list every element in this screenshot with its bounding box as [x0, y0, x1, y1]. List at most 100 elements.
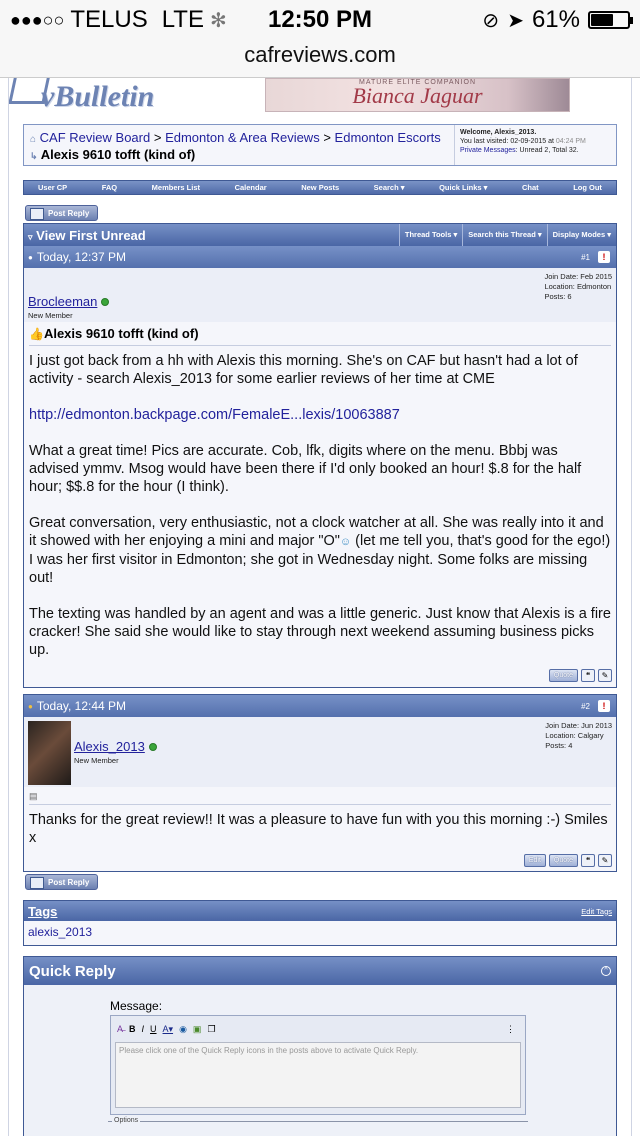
- welcome-text: Welcome, Alexis_2013.: [460, 129, 537, 136]
- private-messages-link[interactable]: Private Messages: [460, 147, 516, 154]
- online-status-icon: [101, 297, 110, 306]
- status-bar: ●●●○○ TELUS LTE ✻ 12:50 PM ⊘ ➤ 61%: [0, 0, 640, 40]
- navbar: ⌂ CAF Review Board > Edmonton & Area Rev…: [23, 124, 617, 166]
- multi-quote-icon[interactable]: ❝: [581, 669, 595, 682]
- post-userinfo: Brocleeman New Member Join Date: Feb 201…: [24, 268, 616, 322]
- multi-quote-icon[interactable]: ❝: [581, 854, 595, 867]
- report-post-icon[interactable]: !: [598, 251, 610, 263]
- italic-icon[interactable]: I: [142, 1024, 145, 1034]
- post-reply-button[interactable]: Post Reply: [25, 874, 99, 890]
- tag-link[interactable]: alexis_2013: [28, 925, 92, 939]
- collapse-icon[interactable]: ^: [601, 966, 611, 976]
- thumbs-up-icon: 👍: [29, 327, 44, 341]
- quick-reply-box: Quick Reply ^ Message: A̶ B I U A▾ ◉ ▣ ❐…: [23, 956, 617, 1136]
- view-first-unread-link[interactable]: View First Unread: [36, 228, 146, 243]
- post-number-link[interactable]: #1: [581, 253, 590, 262]
- image-icon[interactable]: ▣: [193, 1024, 202, 1035]
- quote-button[interactable]: Quote: [548, 669, 578, 682]
- post-userinfo: Alexis_2013 New Member Join Date: Jun 20…: [24, 717, 616, 787]
- font-color-icon[interactable]: A▾: [163, 1024, 174, 1035]
- carrier-name: TELUS: [70, 6, 148, 33]
- url-bar[interactable]: cafreviews.com: [0, 40, 640, 78]
- post-reply-button[interactable]: Post Reply: [25, 205, 99, 221]
- post-date: Today, 12:44 PM: [36, 699, 127, 713]
- quick-reply-header: Quick Reply ^: [24, 957, 616, 985]
- display-modes-menu[interactable]: Display Modes ▾: [546, 224, 616, 246]
- post-message: I just got back from a hh with Alexis th…: [29, 352, 611, 659]
- edit-tags-link[interactable]: Edit Tags: [581, 907, 612, 916]
- thread-header: ▿ View First Unread Thread Tools ▾ Searc…: [24, 224, 616, 246]
- post-title: Alexis 9610 tofft (kind of): [43, 326, 199, 341]
- options-fieldset: Options: [108, 1117, 528, 1129]
- forum-page: vBulletin MATURE ELITE COMPANION Bianca …: [8, 78, 632, 1136]
- breadcrumb-item-escorts[interactable]: Edmonton Escorts: [335, 130, 441, 145]
- quote-icon[interactable]: ❐: [207, 1024, 215, 1035]
- post-document-icon: ▤: [29, 791, 611, 805]
- ad-banner[interactable]: MATURE ELITE COMPANION Bianca Jaguar: [265, 78, 570, 112]
- tags-list: alexis_2013: [24, 921, 616, 945]
- smiley-icon: ☺: [339, 536, 352, 548]
- remove-format-icon[interactable]: A̶: [117, 1024, 123, 1034]
- bold-icon[interactable]: B: [129, 1024, 136, 1034]
- tags-header: Tags Edit Tags: [24, 901, 616, 921]
- welcome-box: Welcome, Alexis_2013. You last visited: …: [454, 125, 616, 165]
- post-body: ▤ Thanks for the great review!! It was a…: [24, 787, 616, 851]
- user-post-count: Posts: 6: [544, 292, 572, 301]
- online-status-icon: [148, 742, 157, 751]
- user-location: Location: Calgary: [545, 731, 604, 740]
- menu-calendar[interactable]: Calendar: [235, 183, 267, 192]
- quick-reply-icon[interactable]: ✎: [598, 854, 612, 867]
- breadcrumb-item-board[interactable]: CAF Review Board: [40, 130, 151, 145]
- menu-new-posts[interactable]: New Posts: [301, 183, 339, 192]
- message-textarea[interactable]: Please click one of the Quick Reply icon…: [115, 1042, 521, 1108]
- post-1: ● Today, 12:37 PM #1 ! Brocleeman New Me…: [24, 246, 616, 687]
- location-arrow-icon: ➤: [507, 9, 524, 32]
- options-label: Options: [112, 1117, 141, 1124]
- report-post-icon[interactable]: !: [598, 700, 610, 712]
- battery-percent: 61%: [531, 6, 580, 33]
- quick-reply-icon[interactable]: ✎: [598, 669, 612, 682]
- tags-title[interactable]: Tags: [28, 904, 57, 919]
- thread-arrow-icon: ↳: [30, 151, 38, 161]
- edit-button[interactable]: Edit: [523, 854, 546, 867]
- menu-search[interactable]: Search ▾: [374, 183, 405, 192]
- site-logo[interactable]: vBulletin: [41, 80, 154, 114]
- user-rank: New Member: [28, 311, 73, 320]
- quote-button[interactable]: Quote: [548, 854, 578, 867]
- menu-chat[interactable]: Chat: [522, 183, 539, 192]
- menu-members-list[interactable]: Members List: [152, 183, 200, 192]
- post-username[interactable]: Alexis_2013: [74, 739, 145, 754]
- post-username[interactable]: Brocleeman: [28, 294, 97, 309]
- main-menu: User CP FAQ Members List Calendar New Po…: [23, 180, 617, 195]
- post-header: ● Today, 12:44 PM #2 !: [24, 695, 616, 717]
- post-paragraph: I just got back from a hh with Alexis th…: [29, 353, 578, 387]
- last-visited: You last visited: 02-09-2015 at: [460, 138, 554, 145]
- join-date: Join Date: Jun 2013: [545, 721, 612, 730]
- quick-reply-title: Quick Reply: [29, 962, 116, 980]
- menu-faq[interactable]: FAQ: [102, 183, 117, 192]
- menu-log-out[interactable]: Log Out: [573, 183, 602, 192]
- breadcrumb-sep: >: [153, 130, 162, 145]
- menu-quick-links[interactable]: Quick Links ▾: [439, 183, 487, 192]
- underline-icon[interactable]: U: [150, 1024, 157, 1034]
- post-number-link[interactable]: #2: [581, 702, 590, 711]
- post-status-icon: ●: [28, 252, 33, 262]
- post-message: Thanks for the great review!! It was a p…: [29, 812, 608, 846]
- link-icon[interactable]: ◉: [179, 1024, 187, 1035]
- thread-title: Alexis 9610 tofft (kind of): [40, 147, 196, 162]
- rotation-lock-icon: ⊘: [482, 9, 500, 32]
- breadcrumb-item-area[interactable]: Edmonton & Area Reviews: [165, 130, 320, 145]
- toolbar-resize-icon[interactable]: ⋮: [506, 1024, 515, 1035]
- network-type: LTE: [161, 6, 204, 33]
- avatar[interactable]: [28, 721, 71, 785]
- menu-user-cp[interactable]: User CP: [38, 183, 67, 192]
- home-icon[interactable]: ⌂: [30, 134, 36, 145]
- search-thread-menu[interactable]: Search this Thread ▾: [462, 224, 546, 246]
- post-external-link[interactable]: http://edmonton.backpage.com/FemaleE...l…: [29, 407, 400, 423]
- post-actions: Quote ❝ ✎: [24, 669, 616, 687]
- battery-icon: [588, 11, 633, 29]
- post-actions: Edit Quote ❝ ✎: [24, 851, 616, 871]
- editor-toolbar: A̶ B I U A▾ ◉ ▣ ❐ ⋮: [115, 1020, 521, 1038]
- thread-tools-menu[interactable]: Thread Tools ▾: [398, 224, 462, 246]
- collapse-icon[interactable]: ▿: [28, 232, 33, 242]
